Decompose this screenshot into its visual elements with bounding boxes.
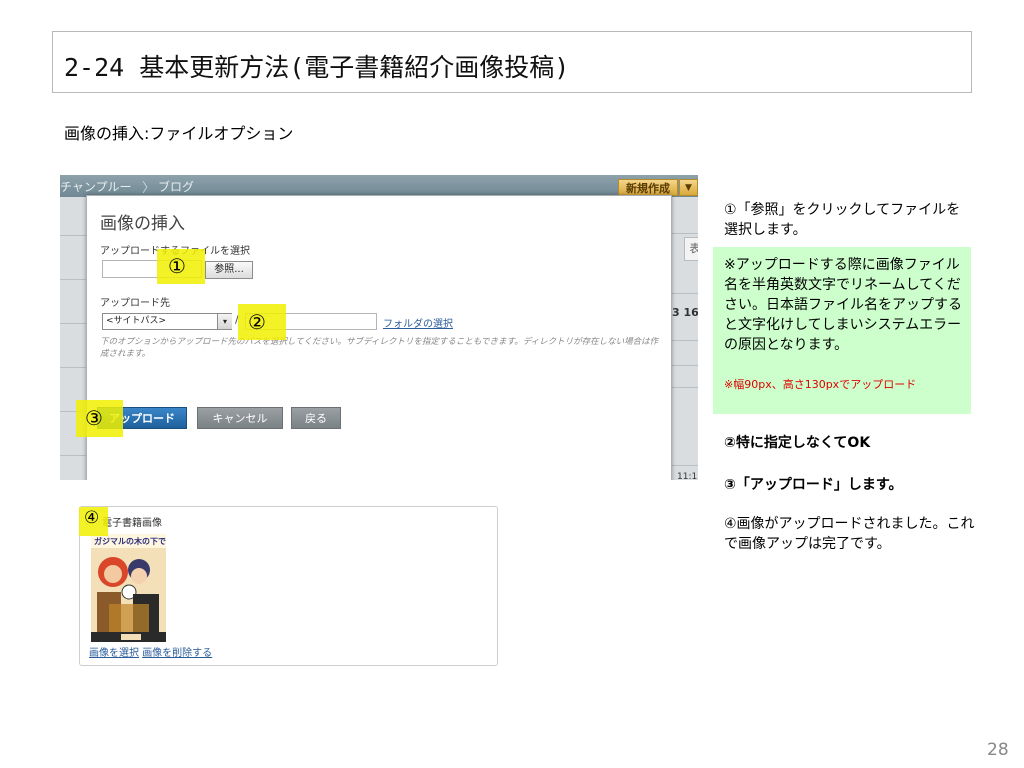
book-cover-title: ガジマルの木の下で bbox=[94, 536, 166, 546]
chevron-down-icon[interactable]: ▾ bbox=[217, 314, 232, 329]
cms-header-bar: チャンプルー 〉 ブログ 新規作成 ▼ bbox=[60, 175, 698, 197]
select-folder-link[interactable]: フォルダの選択 bbox=[383, 315, 453, 330]
bg-divider bbox=[671, 387, 698, 388]
bg-divider bbox=[671, 233, 698, 234]
uploaded-image-title: 電子書籍画像 bbox=[102, 518, 162, 529]
uploaded-image-panel: 電子書籍画像 ガジマルの木の下で 画像を選択 画像を削除する bbox=[79, 506, 498, 666]
step-2-note: ②特に指定しなくてOK bbox=[724, 435, 871, 451]
background-timestamp: 3 16:3 bbox=[672, 306, 698, 319]
image-size-note: ※幅90px、高さ130pxでアップロード bbox=[724, 378, 917, 391]
destination-hint: 下のオプションからアップロード先のパスを選択してください。サブディレクトリを指定… bbox=[100, 337, 659, 359]
background-button: 表 bbox=[684, 237, 698, 261]
select-image-link[interactable]: 画像を選択 bbox=[89, 648, 139, 659]
step-marker-2: ② bbox=[248, 310, 266, 334]
upload-destination-label: アップロード先 bbox=[100, 298, 170, 309]
slide-title: 2-24 基本更新方法(電子書籍紹介画像投稿) bbox=[64, 53, 570, 82]
book-cover-illustration: ガジマルの木の下で bbox=[91, 534, 166, 642]
delete-image-link[interactable]: 画像を削除する bbox=[142, 648, 212, 659]
step-1-note: ①「参照」をクリックしてファイルを選択します。 bbox=[724, 202, 961, 238]
filename-warning-box: ※アップロードする際に画像ファイル名を半角英数文字でリネームしてください。日本語… bbox=[713, 247, 971, 414]
cms-screenshot: チャンプルー 〉 ブログ 新規作成 ▼ 表 3 16:3 11:1 画像の挿入 … bbox=[60, 175, 698, 480]
step-3-note: ③「アップロード」します。 bbox=[724, 477, 903, 493]
bg-divider bbox=[60, 367, 86, 368]
bg-divider bbox=[60, 323, 86, 324]
breadcrumb-blog[interactable]: ブログ bbox=[158, 178, 194, 195]
bg-divider bbox=[60, 235, 86, 236]
bg-divider bbox=[671, 465, 698, 466]
back-button[interactable]: 戻る bbox=[291, 407, 341, 429]
image-action-links: 画像を選択 画像を削除する bbox=[89, 644, 212, 659]
step-marker-3: ③ bbox=[85, 406, 103, 430]
background-timestamp: 11:1 bbox=[677, 472, 698, 480]
bg-divider bbox=[60, 279, 86, 280]
bg-divider bbox=[671, 365, 698, 366]
bg-divider bbox=[60, 455, 86, 456]
new-entry-button[interactable]: 新規作成 bbox=[618, 179, 678, 196]
filename-warning-text: ※アップロードする際に画像ファイル名を半角英数文字でリネームしてください。日本語… bbox=[724, 257, 962, 353]
new-entry-dropdown-icon[interactable]: ▼ bbox=[679, 179, 698, 196]
bg-divider bbox=[671, 340, 698, 341]
book-cover-image: ガジマルの木の下で bbox=[91, 534, 166, 642]
step-marker-4: ④ bbox=[84, 508, 100, 528]
page-number: 28 bbox=[987, 740, 1009, 760]
breadcrumb-site[interactable]: チャンプルー bbox=[60, 178, 132, 195]
insert-image-dialog: 画像の挿入 アップロードするファイルを選択 参照... アップロード先 <サイト… bbox=[86, 195, 672, 480]
browse-button[interactable]: 参照... bbox=[205, 261, 253, 279]
breadcrumb-separator: 〉 bbox=[142, 181, 156, 196]
destination-path-select[interactable]: <サイトパス> bbox=[102, 313, 232, 330]
cancel-button[interactable]: キャンセル bbox=[197, 407, 283, 429]
step-4-note: ④画像がアップロードされました。これで画像アップは完了です。 bbox=[724, 516, 975, 552]
bg-divider bbox=[671, 293, 698, 294]
slide-title-box: 2-24 基本更新方法(電子書籍紹介画像投稿) bbox=[52, 31, 972, 93]
step-marker-1: ① bbox=[168, 254, 186, 278]
dialog-title: 画像の挿入 bbox=[100, 214, 185, 234]
slide-subtitle: 画像の挿入:ファイルオプション bbox=[64, 124, 294, 143]
